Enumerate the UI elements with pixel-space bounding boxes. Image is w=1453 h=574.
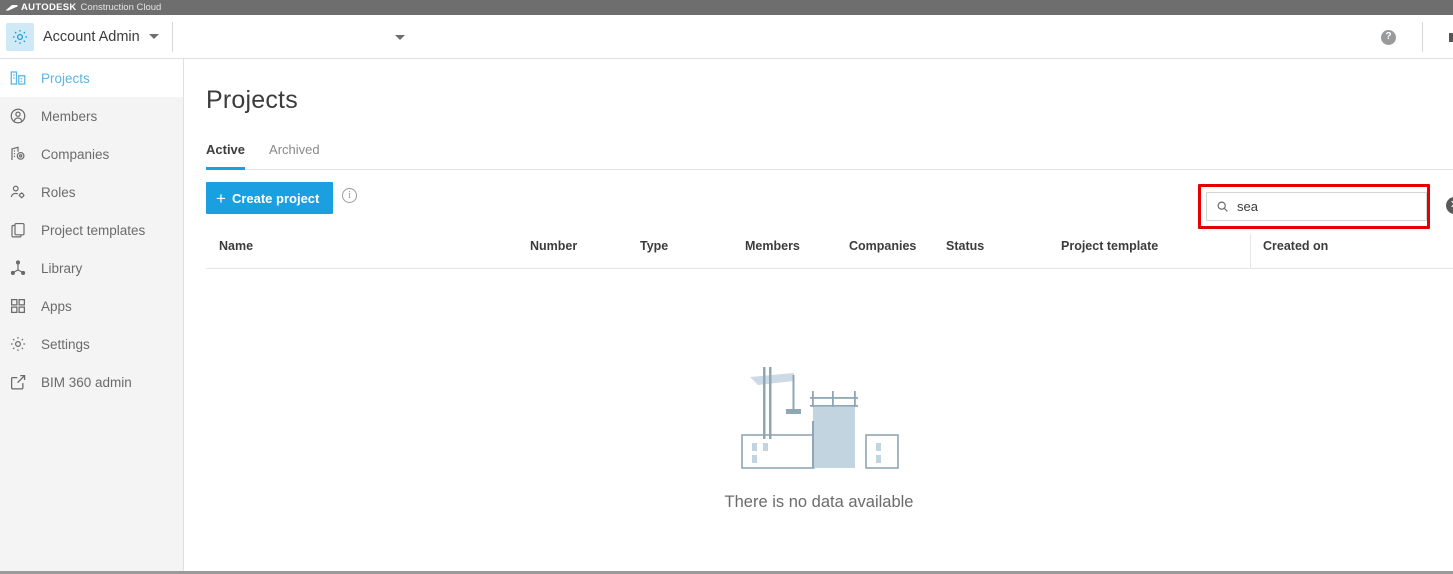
library-node-icon bbox=[7, 257, 29, 279]
account-admin-menu[interactable]: Account Admin bbox=[0, 15, 159, 59]
sidebar-item-label: Roles bbox=[41, 184, 76, 200]
sidebar-item-label: Companies bbox=[41, 146, 110, 162]
sidebar-item-bim-360-admin[interactable]: BIM 360 admin bbox=[0, 363, 183, 401]
application-window: AUTODESK Construction Cloud Account Admi… bbox=[0, 0, 1453, 574]
sidebar-item-project-templates[interactable]: Project templates bbox=[0, 211, 183, 249]
brand-company-name: AUTODESK bbox=[21, 1, 77, 13]
sidebar-item-apps[interactable]: Apps bbox=[0, 287, 183, 325]
copy-icon bbox=[7, 219, 29, 241]
company-icon bbox=[7, 143, 29, 165]
sidebar-item-label: Settings bbox=[41, 336, 90, 352]
top-navigation-bar: Account Admin ? bbox=[0, 15, 1453, 59]
topnav-divider-right bbox=[1422, 22, 1423, 52]
sidebar-item-library[interactable]: Library bbox=[0, 249, 183, 287]
construction-site-illustration bbox=[740, 367, 899, 469]
search-input[interactable] bbox=[1237, 199, 1407, 214]
create-project-label: Create project bbox=[231, 190, 320, 206]
sidebar-item-roles[interactable]: Roles bbox=[0, 173, 183, 211]
avatar[interactable] bbox=[1449, 32, 1453, 42]
main-content: Projects Active Archived + Create project… bbox=[185, 59, 1453, 571]
create-project-button[interactable]: + Create project bbox=[206, 182, 334, 214]
project-selector-dropdown[interactable] bbox=[198, 15, 413, 59]
sidebar-item-settings[interactable]: Settings bbox=[0, 325, 183, 363]
column-header-project-template[interactable]: Project template bbox=[1061, 239, 1158, 253]
account-admin-label: Account Admin bbox=[43, 28, 140, 45]
info-icon[interactable]: i bbox=[342, 188, 357, 203]
column-header-type[interactable]: Type bbox=[640, 239, 668, 253]
tab-active[interactable]: Active bbox=[206, 142, 246, 170]
column-header-status[interactable]: Status bbox=[946, 239, 984, 253]
sidebar-navigation: Projects Members Companies Roles Project tem… bbox=[0, 59, 184, 571]
project-state-tabs: Active Archived bbox=[206, 142, 1453, 170]
plus-icon: + bbox=[216, 188, 226, 208]
column-header-name[interactable]: Name bbox=[219, 239, 253, 253]
search-box[interactable] bbox=[1206, 192, 1427, 221]
search-icon bbox=[1217, 201, 1228, 212]
chevron-down-icon bbox=[395, 34, 405, 40]
column-header-members[interactable]: Members bbox=[745, 239, 800, 253]
building-icon bbox=[7, 67, 29, 89]
chevron-down-icon bbox=[148, 34, 159, 39]
grid-apps-icon bbox=[7, 295, 29, 317]
sidebar-item-label: Apps bbox=[41, 298, 72, 314]
sidebar-item-label: Projects bbox=[41, 70, 90, 86]
projects-toolbar: + Create project i ✕ bbox=[206, 182, 1453, 229]
sidebar-item-label: Members bbox=[41, 108, 98, 124]
sidebar-item-label: Project templates bbox=[41, 222, 146, 238]
sidebar-item-projects[interactable]: Projects bbox=[0, 59, 183, 97]
gear-icon bbox=[7, 333, 29, 355]
sidebar-item-label: Library bbox=[41, 260, 83, 276]
column-header-companies[interactable]: Companies bbox=[849, 239, 916, 253]
person-circle-icon bbox=[7, 105, 29, 127]
column-header-created-on[interactable]: Created on bbox=[1263, 239, 1328, 253]
brand-product-name: Construction Cloud bbox=[80, 1, 162, 13]
topnav-right-cluster: ? bbox=[1381, 15, 1453, 59]
person-gear-icon bbox=[7, 181, 29, 203]
column-divider bbox=[1250, 234, 1251, 269]
empty-state-message: There is no data available bbox=[724, 493, 914, 511]
topnav-divider bbox=[171, 21, 173, 52]
gear-icon bbox=[6, 22, 34, 51]
sidebar-item-companies[interactable]: Companies bbox=[0, 135, 183, 173]
sidebar-item-label: BIM 360 admin bbox=[41, 374, 132, 390]
help-icon[interactable]: ? bbox=[1381, 29, 1396, 45]
autodesk-brand-bar: AUTODESK Construction Cloud bbox=[0, 0, 1453, 15]
close-circle-icon[interactable]: ✕ bbox=[1446, 197, 1453, 214]
sidebar-item-members[interactable]: Members bbox=[0, 97, 183, 135]
empty-state: There is no data available bbox=[185, 359, 1453, 512]
external-link-icon bbox=[7, 371, 29, 393]
autodesk-logo-icon bbox=[5, 5, 18, 11]
tab-archived[interactable]: Archived bbox=[269, 142, 320, 169]
page-title: Projects bbox=[206, 86, 298, 114]
projects-table-header: Name Number Type Members Companies Status Proj… bbox=[206, 234, 1453, 269]
column-header-number[interactable]: Number bbox=[530, 239, 577, 253]
